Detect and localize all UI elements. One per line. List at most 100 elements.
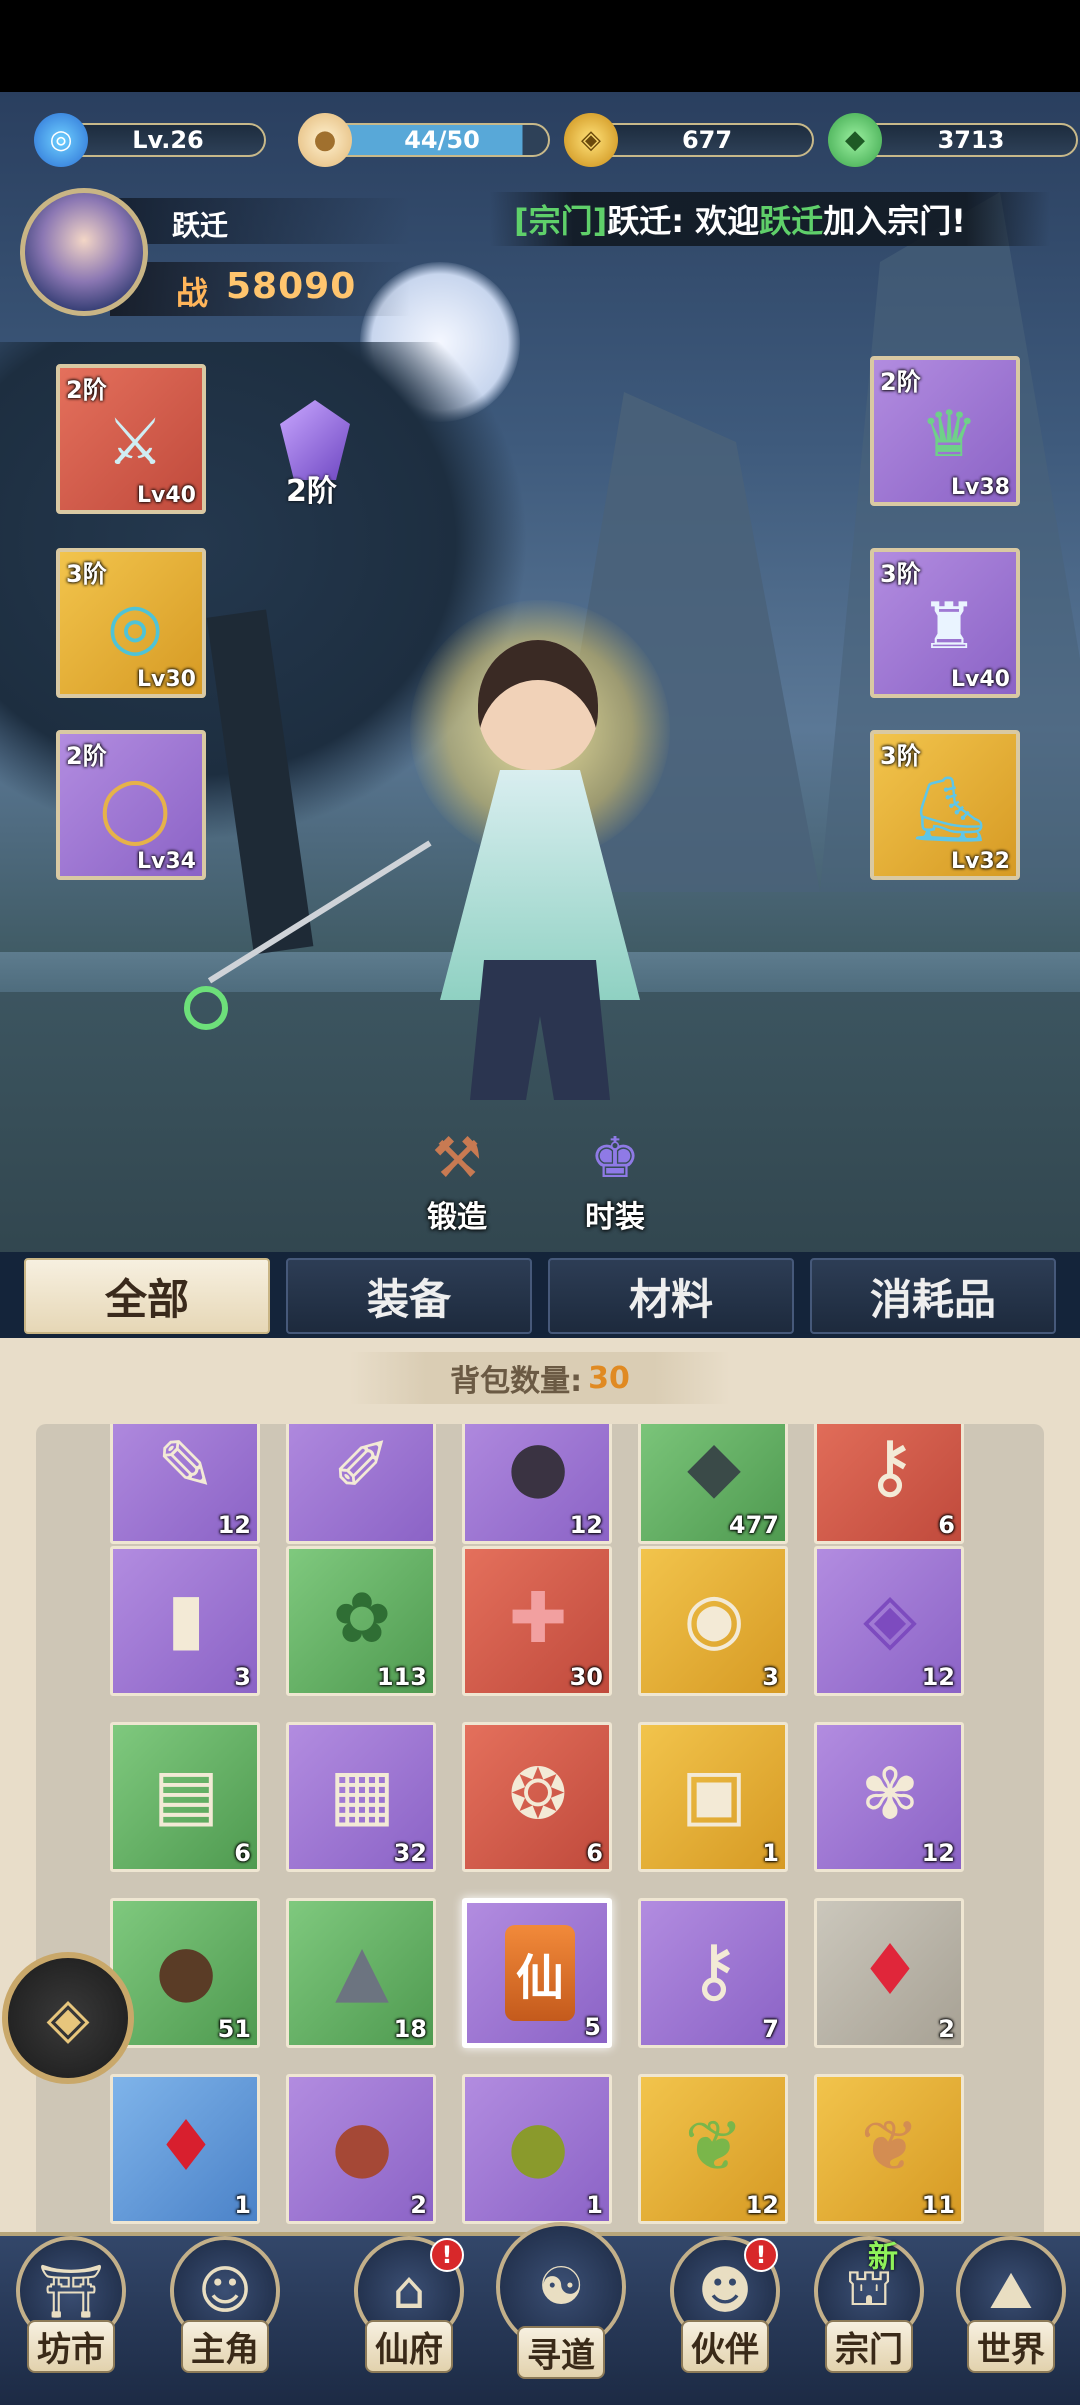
bag-item[interactable]: ✎ 12 [110, 1424, 260, 1544]
new-badge: 新 [868, 2240, 898, 2275]
bag-item[interactable]: ❦ 12 [638, 2074, 788, 2224]
level-value: Lv.26 [70, 123, 266, 157]
tier-label: 2阶 [880, 368, 921, 396]
equip-armor-slot[interactable]: ♜ 3阶 Lv40 [870, 548, 1020, 698]
sect-notice: [宗门] 跃迁 : 欢迎 跃迁 加入宗门! [490, 192, 1050, 246]
sprout-icon: ❦ [684, 2105, 744, 2187]
nav-hero-portrait[interactable]: ☺ 主角 [160, 2236, 290, 2396]
equip-amulet-slot[interactable]: ◎ 3阶 Lv30 [56, 548, 206, 698]
leaf-icon: ✾ [860, 1753, 920, 1835]
bag-item[interactable]: ▤ 6 [110, 1722, 260, 1872]
level-label: Lv38 [951, 475, 1010, 500]
alert-badge: ! [744, 2238, 778, 2272]
hero-head [478, 640, 598, 770]
nav-world[interactable]: ⛰ 世界 [946, 2236, 1076, 2396]
bag-capacity: 背包数量: 30 [350, 1352, 730, 1404]
nav-label: 宗门 [825, 2320, 913, 2373]
level-label: Lv30 [137, 667, 196, 692]
red-crystal-icon: ♦ [154, 2105, 218, 2187]
player-name: 跃迁 [172, 209, 229, 242]
equip-helmet-slot[interactable]: ♛ 2阶 Lv38 [870, 356, 1020, 506]
equip-weapon-slot[interactable]: ⚔ 2阶 Lv40 [56, 364, 206, 514]
item-count: 3 [234, 1663, 251, 1691]
avatar[interactable] [20, 188, 148, 316]
bag-item[interactable]: ◆ 477 [638, 1424, 788, 1544]
nav-label: 寻道 [517, 2326, 605, 2379]
bag-item[interactable]: ◈ 12 [814, 1546, 964, 1696]
item-count: 12 [745, 2191, 779, 2219]
quick-menu-button[interactable]: ◈ [2, 1952, 134, 2084]
item-count: 12 [921, 1663, 955, 1691]
tab-materials[interactable]: 材料 [548, 1258, 794, 1334]
bag-item[interactable]: ⚷ 7 [638, 1898, 788, 2048]
level-label: Lv34 [137, 849, 196, 874]
item-count: 7 [762, 2015, 779, 2043]
bag-item[interactable]: ⚷ 6 [814, 1424, 964, 1544]
item-grid[interactable]: ✎ 12 ✐ ● 12 ◆ 477 ⚷ 6 ▮ 3 ✿ 113 ✚ 30 ◉ 3 ◈ 12 ▤ 6 ▦ 32 ❂ 6 ▣ 1 ✾ 12 ●… [36, 1424, 1044, 2244]
status-bar [0, 0, 1080, 92]
sword-icon: ⚔ [106, 406, 164, 480]
jade-value: 3713 [864, 123, 1078, 157]
item-count: 12 [217, 1511, 251, 1539]
bag-item[interactable]: ▦ 32 [286, 1722, 436, 1872]
coin-icon: ◈ [564, 113, 618, 167]
notice-sender: 跃迁 [607, 202, 672, 240]
jade-display[interactable]: ◆ 3713 [828, 113, 1078, 167]
item-count: 30 [569, 1663, 603, 1691]
bag-item[interactable]: ▮ 3 [110, 1546, 260, 1696]
parchment-icon: ▤ [152, 1753, 220, 1835]
bag-item[interactable]: ✾ 12 [814, 1722, 964, 1872]
bag-capacity-label: 背包数量: [450, 1364, 583, 1399]
swirl-effect-icon [184, 986, 228, 1030]
bag-item[interactable]: ● 12 [462, 1424, 612, 1544]
equip-boots-slot[interactable]: ⛸ 3阶 Lv32 [870, 730, 1020, 880]
bag-item[interactable]: 仙5 [462, 1898, 612, 2048]
forge-button[interactable]: ⚒ 锻造 [402, 1110, 512, 1240]
stamina-display[interactable]: ● 44/50 [298, 113, 550, 167]
bag-item[interactable]: ▣ 1 [638, 1722, 788, 1872]
level-display: ◎ Lv.26 [34, 113, 266, 167]
fashion-label: 时装 [585, 1200, 645, 1235]
stone-icon: ◆ [687, 1425, 741, 1507]
helmet-icon: ♛ [920, 398, 978, 472]
item-count: 2 [410, 2191, 427, 2219]
tab-equipment[interactable]: 装备 [286, 1258, 532, 1334]
item-count: 6 [938, 1511, 955, 1539]
bag-item[interactable]: ● 1 [462, 2074, 612, 2224]
level-label: Lv32 [951, 849, 1010, 874]
item-count: 12 [569, 1511, 603, 1539]
coin-display[interactable]: ◈ 677 [564, 113, 814, 167]
bag-item[interactable]: ✚ 30 [462, 1546, 612, 1696]
fashion-button[interactable]: ♚ 时装 [560, 1110, 670, 1240]
item-count: 1 [762, 1839, 779, 1867]
alert-badge: ! [430, 2238, 464, 2272]
nav-label: 伙伴 [681, 2320, 769, 2373]
tier-label: 3阶 [66, 560, 107, 588]
immortal-token-icon: 仙 [505, 1925, 575, 2021]
tier-label: 3阶 [880, 560, 921, 588]
tab-all[interactable]: 全部 [24, 1258, 270, 1334]
stamina-value: 44/50 [334, 123, 550, 157]
item-count: 3 [762, 1663, 779, 1691]
nav-dao[interactable]: ☯ 寻道 [496, 2222, 626, 2396]
puzzle-piece-icon: ✚ [508, 1577, 568, 1659]
notice-tag: [宗门] [514, 202, 608, 240]
tab-consumables[interactable]: 消耗品 [810, 1258, 1056, 1334]
bag-item[interactable]: ◉ 3 [638, 1546, 788, 1696]
notice-text-end: 加入宗门! [823, 202, 966, 240]
equip-ring-slot[interactable]: ◯ 2阶 Lv34 [56, 730, 206, 880]
name-bar [110, 198, 410, 244]
nav-market[interactable]: ⛩ 坊市 [6, 2236, 136, 2396]
jade-leaf-icon: ◆ [828, 113, 882, 167]
bag-item[interactable]: ▲ 18 [286, 1898, 436, 2048]
bag-item[interactable]: ❂ 6 [462, 1722, 612, 1872]
bag-item[interactable]: ❦ 11 [814, 2074, 964, 2224]
item-count: 11 [921, 2191, 955, 2219]
bag-item[interactable]: ♦ 1 [110, 2074, 260, 2224]
bag-item[interactable]: ✐ [286, 1424, 436, 1544]
bag-item[interactable]: ● 2 [286, 2074, 436, 2224]
bag-item[interactable]: ♦ 2 [814, 1898, 964, 2048]
green-seed-icon: ● [507, 2105, 569, 2187]
bag-item[interactable]: ✿ 113 [286, 1546, 436, 1696]
item-count: 1 [234, 2191, 251, 2219]
